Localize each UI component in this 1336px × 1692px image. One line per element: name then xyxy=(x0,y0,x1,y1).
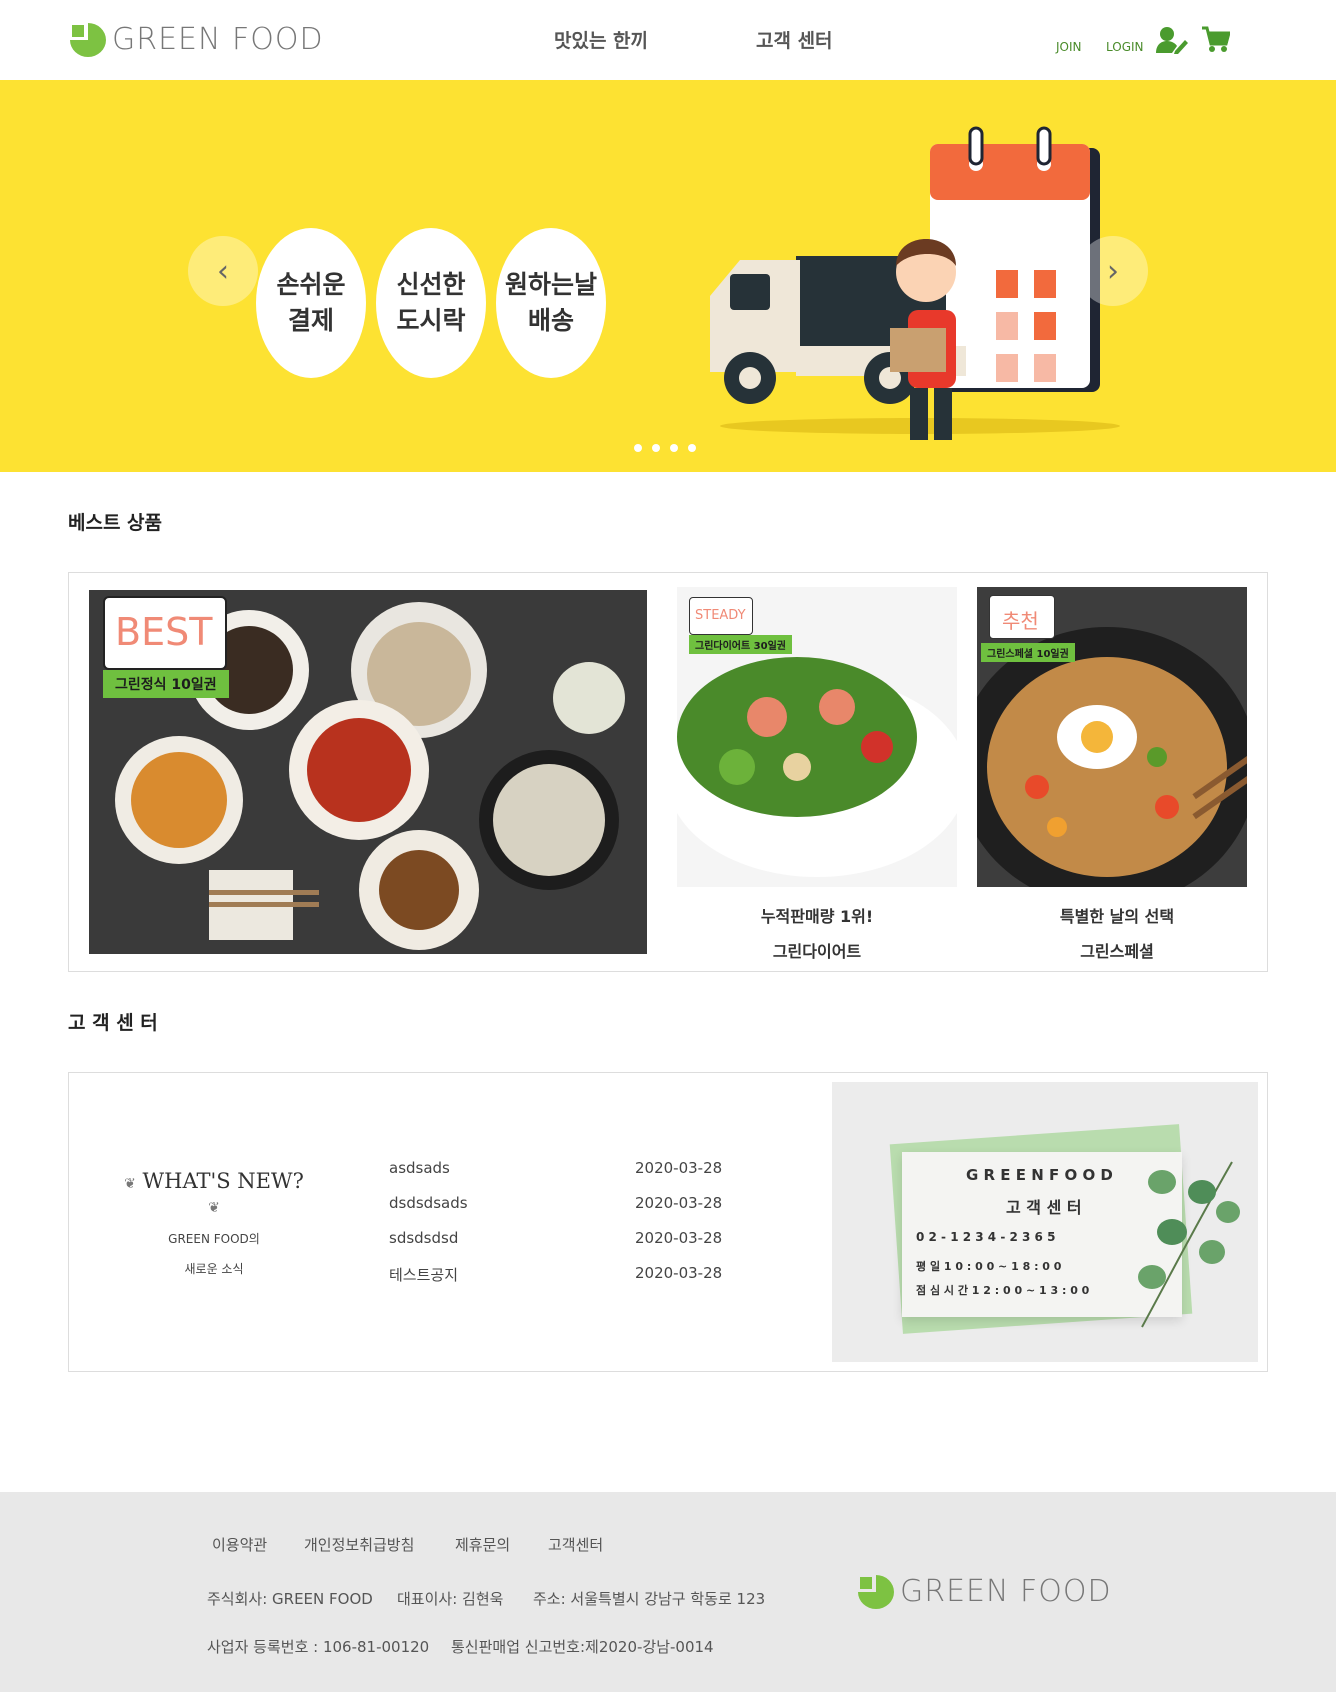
footer-link-privacy[interactable]: 개인정보취급방침 xyxy=(304,1534,414,1555)
whats-new-sub1: GREEN FOOD의 xyxy=(168,1232,260,1246)
banner-pagination xyxy=(634,444,696,452)
steady-tag: STEADY xyxy=(689,597,753,635)
banner-dot[interactable] xyxy=(670,444,678,452)
eucalyptus-leaf-icon xyxy=(1138,1161,1240,1328)
product-caption-diet[interactable]: 누적판매량 1위! 그린다이어트 xyxy=(677,899,957,969)
notice-title[interactable]: 테스트공지 xyxy=(389,1264,458,1285)
footer-biz-number: 사업자 등록번호 : 106-81-00120 xyxy=(207,1638,430,1656)
footer-company: 주식회사: GREEN FOOD xyxy=(207,1590,373,1608)
notice-date: 2020-03-28 xyxy=(635,1229,723,1247)
notice-title[interactable]: dsdsdsads xyxy=(389,1194,468,1212)
product-image-diet[interactable]: STEADY 그린다이어트 30일권 xyxy=(677,587,957,887)
whats-new-sub2: 새로운 소식 xyxy=(184,1262,244,1276)
site-header: GREEN FOOD 맛있는 한끼 고객 센터 JOIN LOGIN xyxy=(0,0,1336,80)
ornament-left-icon: ❦ xyxy=(124,1176,136,1192)
footer-link-support[interactable]: 고객센터 xyxy=(548,1534,603,1555)
diet-ribbon: 그린다이어트 30일권 xyxy=(689,635,792,654)
notice-title[interactable]: sdsdsdsd xyxy=(389,1229,458,1247)
product-caption-special[interactable]: 특별한 날의 선택 그린스페셜 xyxy=(977,899,1257,969)
login-link[interactable]: LOGIN xyxy=(1106,40,1144,54)
delivery-illustration xyxy=(710,126,1120,440)
ornament-right-icon: ❦ xyxy=(208,1200,220,1216)
special-ribbon: 그린스페셜 10일권 xyxy=(981,643,1075,662)
customer-center-panel: ❦ WHAT'S NEW? ❦ GREEN FOOD의 새로운 소식 asdsa… xyxy=(68,1072,1268,1372)
best-main-product-image[interactable]: BEST 그린정식 10일권 xyxy=(89,590,647,954)
logo-text: GREEN FOOD xyxy=(112,22,324,57)
notice-date: 2020-03-28 xyxy=(635,1194,723,1212)
recommend-tag: 추천 xyxy=(989,595,1055,639)
join-link[interactable]: JOIN xyxy=(1056,40,1082,54)
customer-center-card-image: G R E E N F O O D 고 객 센 터 0 2 - 1 2 3 4 … xyxy=(832,1082,1258,1362)
notice-title[interactable]: asdsads xyxy=(389,1159,450,1177)
footer-link-terms[interactable]: 이용약관 xyxy=(212,1534,267,1555)
hero-banner: ‹ 손쉬운 결제 신선한 도시락 원하는날 배송 › xyxy=(0,80,1336,472)
best-products-title: 베스트 상품 xyxy=(68,512,163,534)
footer-link-partnership[interactable]: 제휴문의 xyxy=(455,1534,510,1555)
chevron-left-icon: ‹ xyxy=(217,253,229,289)
best-ribbon: 그린정식 10일권 xyxy=(103,670,229,698)
feature-bubble-delivery: 원하는날 배송 xyxy=(496,228,606,378)
user-edit-icon[interactable] xyxy=(1156,26,1188,54)
product-image-special[interactable]: 추천 그린스페셜 10일권 xyxy=(977,587,1247,887)
nav-customer-center[interactable]: 고객 센터 xyxy=(756,26,833,53)
notice-date: 2020-03-28 xyxy=(635,1159,723,1177)
feature-bubble-fresh: 신선한 도시락 xyxy=(376,228,486,378)
notice-date: 2020-03-28 xyxy=(635,1264,723,1282)
feature-bubble-payment: 손쉬운 결제 xyxy=(256,228,366,378)
best-tag: BEST xyxy=(103,596,227,670)
banner-next-button[interactable]: › xyxy=(1078,236,1148,306)
cart-icon[interactable] xyxy=(1202,26,1230,54)
banner-dot[interactable] xyxy=(652,444,660,452)
site-logo[interactable]: GREEN FOOD xyxy=(70,22,324,57)
best-products-panel: BEST 그린정식 10일권 STEADY 그린다이어트 30일권 누적판매량 … xyxy=(68,572,1268,972)
whats-new-heading[interactable]: ❦ WHAT'S NEW? ❦ xyxy=(119,1169,309,1217)
nav-meal[interactable]: 맛있는 한끼 xyxy=(554,26,648,53)
site-footer: 이용약관 개인정보취급방침 제휴문의 고객센터 주식회사: GREEN FOOD… xyxy=(0,1492,1336,1692)
footer-address: 주소: 서울특별시 강남구 학동로 123 xyxy=(533,1590,766,1608)
footer-sales-number: 통신판매업 신고번호:제2020-강남-0014 xyxy=(451,1638,714,1656)
footer-logo-text: GREEN FOOD xyxy=(900,1574,1112,1609)
footer-ceo: 대표이사: 김현욱 xyxy=(397,1590,504,1608)
footer-logo[interactable]: GREEN FOOD xyxy=(858,1574,1112,1609)
logo-mark-icon xyxy=(858,1574,894,1609)
customer-center-title: 고 객 센 터 xyxy=(68,1012,158,1034)
logo-mark-icon xyxy=(70,22,106,57)
banner-prev-button[interactable]: ‹ xyxy=(188,236,258,306)
chevron-right-icon: › xyxy=(1107,253,1119,289)
banner-dot[interactable] xyxy=(634,444,642,452)
banner-dot[interactable] xyxy=(688,444,696,452)
